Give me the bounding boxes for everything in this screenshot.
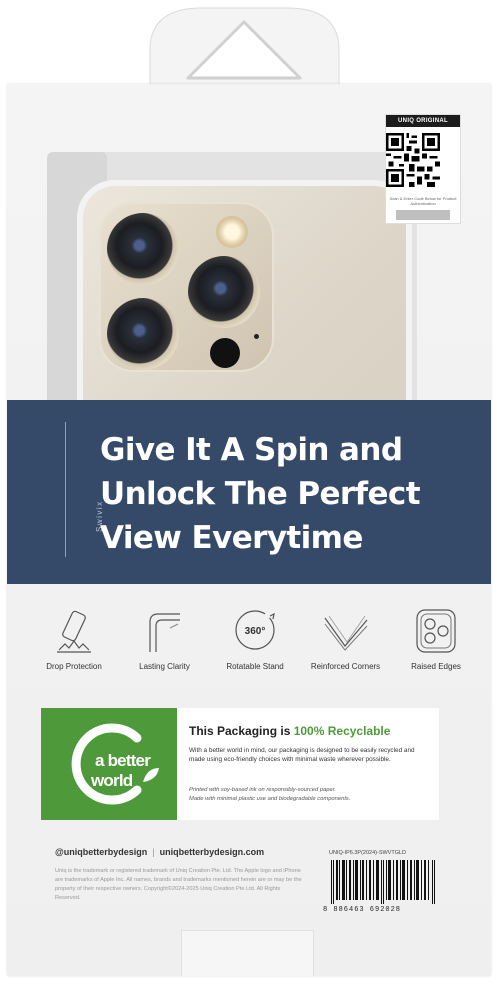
recycle-title-prefix: This Packaging is (189, 724, 294, 738)
better-world-logo-mark: a better world (71, 723, 159, 805)
website: uniqbetterbydesign.com (159, 847, 265, 857)
headline-line-2: Unlock The Perfect (100, 476, 421, 512)
headline-band: Swivix Give It A Spin and Unlock The Per… (7, 400, 491, 584)
feature-label: Drop Protection (46, 662, 102, 671)
headline-line-1: Give It A Spin and (100, 432, 403, 468)
qr-code-strip (396, 210, 450, 220)
feature-label: Lasting Clarity (139, 662, 190, 671)
qr-sticker: UNIQ ORIGINAL Scan & Enter Code Below fo… (385, 114, 461, 224)
hanger-tab (149, 7, 340, 89)
barcode-icon (331, 860, 435, 904)
qr-code-icon (386, 133, 440, 187)
leaf-icon (143, 768, 159, 782)
recycle-title-highlight: 100% Recyclable (293, 724, 391, 738)
camera-flash (216, 216, 248, 248)
feature-raised-edges: Raised Edges (397, 606, 475, 686)
recycle-note: Printed with soy-based ink on responsibl… (189, 786, 429, 803)
lidar-sensor (210, 338, 240, 368)
logo-line-1: a better (95, 751, 151, 770)
social-separator: | (152, 847, 155, 857)
feature-list: Drop Protection Lasting Clarity 360° Rot… (35, 606, 475, 686)
logo-line-2: world (90, 771, 133, 790)
recycle-body: With a better world in mind, our packagi… (189, 747, 415, 763)
social-line: @uniqbetterbydesign | uniqbetterbydesign.c… (55, 847, 264, 857)
camera-mic (254, 334, 259, 339)
feature-reinforced-corners: Reinforced Corners (307, 606, 385, 686)
clear-corner-icon (148, 613, 180, 652)
camera-lens-right (188, 256, 260, 328)
legal-text: Uniq is the trademark or registered trad… (55, 868, 302, 901)
recycle-panel: a better world This Packaging is 100% Re… (41, 708, 439, 820)
recycle-note-line-1: Printed with soy-based ink on responsibl… (189, 787, 337, 793)
corner-lines-icon (324, 615, 367, 651)
feature-label: Reinforced Corners (310, 662, 381, 671)
feature-label: Raised Edges (411, 662, 461, 671)
bottom-tab (181, 930, 314, 976)
rotate-badge: 360° (245, 626, 266, 637)
feature-label: Rotatable Stand (226, 662, 284, 671)
better-world-logo: a better world (41, 708, 177, 820)
drop-phone-icon (57, 610, 91, 653)
qr-note: Scan & Enter Code Below for Product Auth… (389, 196, 457, 206)
social-handle: @uniqbetterbydesign (55, 847, 148, 857)
camera-lens-top (107, 213, 179, 285)
recycle-title: This Packaging is 100% Recyclable (189, 724, 390, 738)
package-box: UNIQ ORIGINAL Scan & Enter Code Below fo… (7, 84, 491, 976)
feature-drop-protection: Drop Protection (35, 606, 113, 686)
sku-code: UNIQ-IP6.3P(2024)-SWVTGLD (329, 850, 407, 856)
feature-rotatable-stand: 360° Rotatable Stand (216, 606, 294, 686)
barcode-number: 8 886463 692028 (323, 906, 402, 914)
recycle-note-line-2: Made with minimal plastic use and biodeg… (189, 795, 351, 802)
camera-lens-bottom (107, 298, 179, 370)
band-divider (65, 422, 66, 557)
rotate-360-icon: 360° (235, 610, 275, 650)
headline-line-3: View Everytime (100, 520, 363, 556)
side-label-wrap: Swivix (51, 482, 104, 532)
feature-lasting-clarity: Lasting Clarity (126, 606, 204, 686)
qr-heading: UNIQ ORIGINAL (386, 115, 460, 127)
headline: Give It A Spin and Unlock The Perfect Vi… (100, 428, 480, 560)
camera-module-icon (416, 609, 456, 653)
